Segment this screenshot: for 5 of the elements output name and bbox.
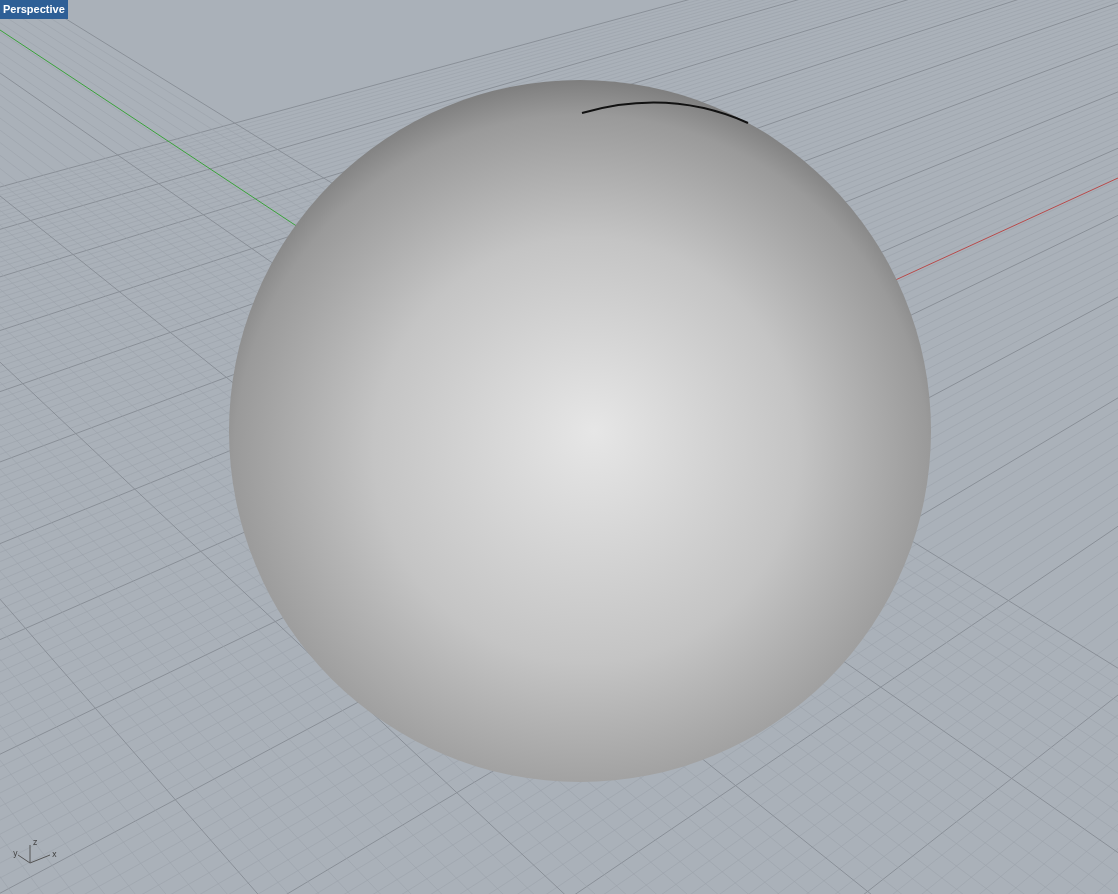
axis-label: y (13, 849, 18, 858)
axis-gizmo-icon (17, 844, 51, 864)
axis-label: x (52, 850, 57, 859)
axis-label: z (33, 838, 38, 847)
viewport-title[interactable]: Perspective (0, 0, 68, 19)
